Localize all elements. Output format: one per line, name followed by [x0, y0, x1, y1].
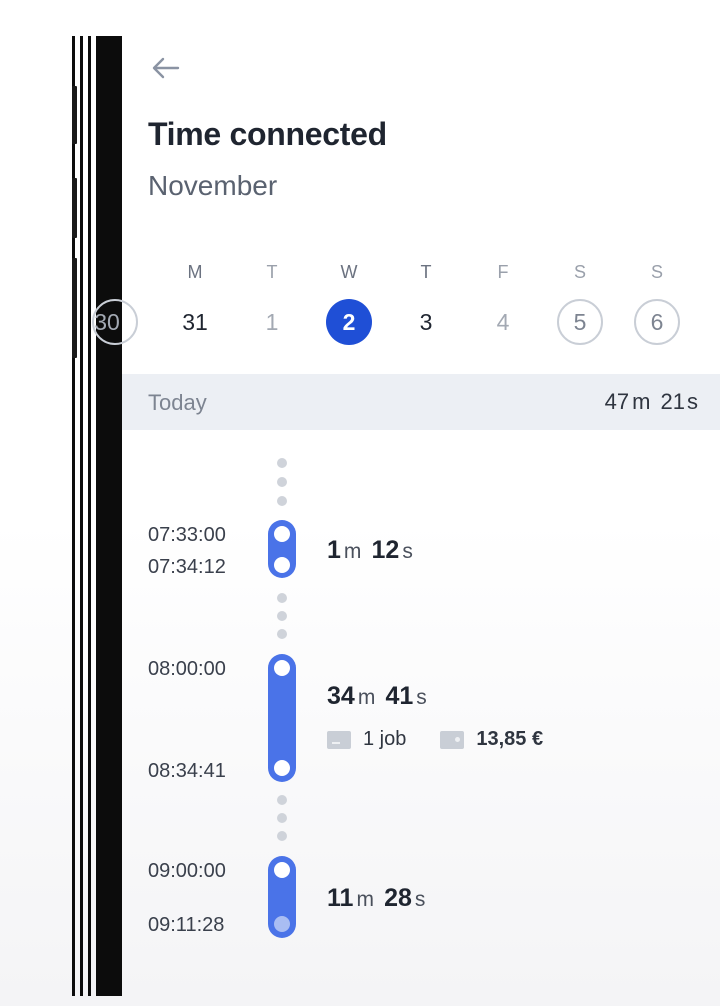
session-2-amount: 13,85 € — [476, 728, 544, 750]
phone-button-volume-down — [72, 258, 77, 358]
session-3-duration: 11 m 28 s — [327, 884, 426, 912]
timeline-gap-dots — [277, 458, 287, 841]
session-2-end: 08:34:41 — [148, 760, 226, 782]
session-2-start: 08:00:00 — [148, 658, 226, 680]
session-2-duration: 34 m 41 s — [327, 682, 427, 710]
session-bar-2 — [268, 654, 296, 782]
session-2-jobs: 1 job — [363, 728, 407, 750]
session-2-details: 1 job 13,85 € — [327, 728, 543, 751]
session-3-start: 09:00:00 — [148, 860, 226, 882]
session-1-start: 07:33:00 — [148, 524, 226, 546]
screen: Time connected November 30 M 31 T 1 W 2 … — [92, 36, 720, 996]
timeline-graphic — [268, 458, 296, 938]
phone-frame-edge — [72, 36, 122, 996]
wallet-icon — [440, 730, 465, 749]
session-bar-1 — [268, 520, 296, 578]
session-bar-3 — [268, 856, 296, 938]
session-3-end: 09:11:28 — [148, 914, 225, 936]
session-1-duration: 1m 12 s — [327, 536, 413, 564]
phone-button-silent — [72, 86, 77, 144]
phone-button-volume-up — [72, 178, 77, 238]
session-1-end: 07:34:12 — [148, 556, 226, 578]
briefcase-icon — [327, 730, 351, 749]
timeline: 07:33:00 07:34:12 1m 12 s 08:00:00 08:34:… — [122, 36, 720, 986]
